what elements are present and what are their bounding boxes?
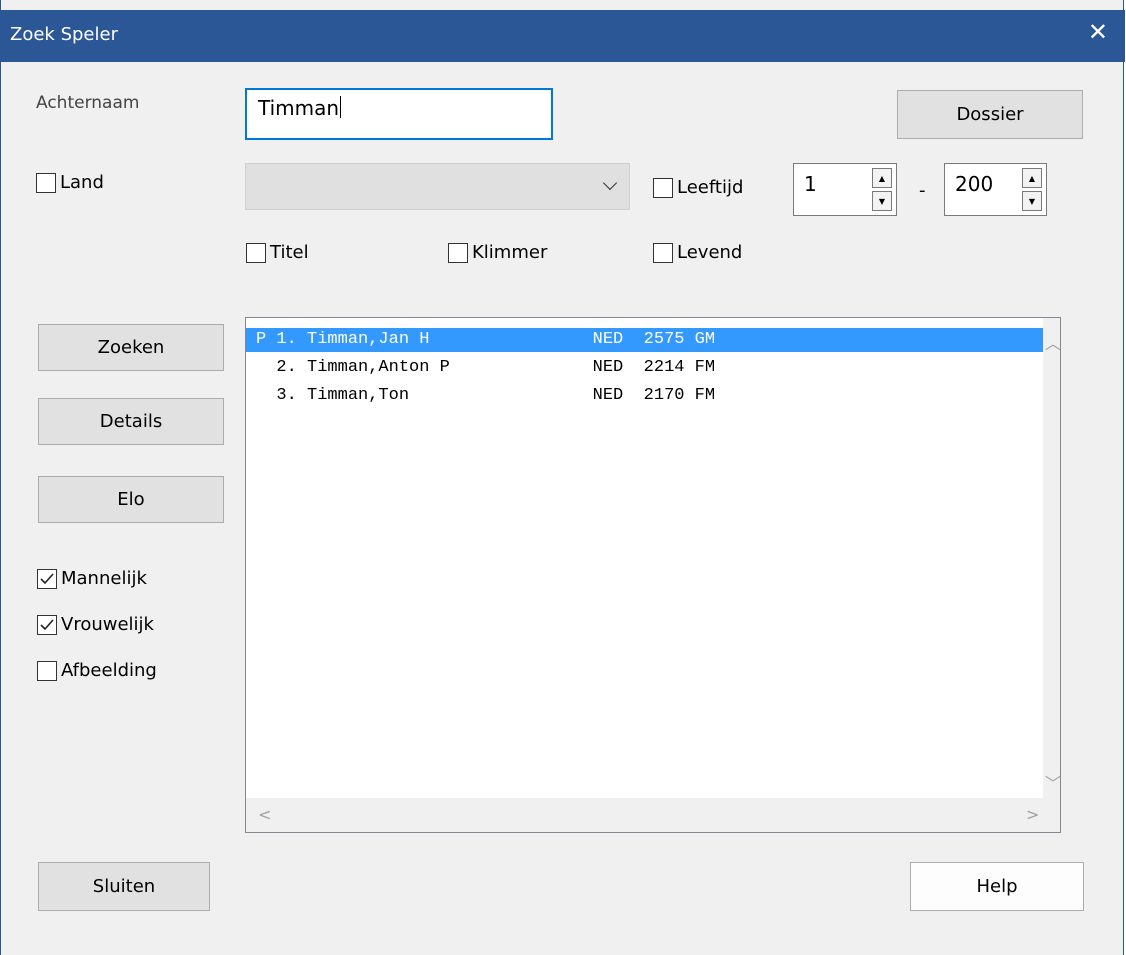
title-bar[interactable]: Zoek Speler ✕ [1,10,1125,62]
dossier-button[interactable]: Dossier [897,90,1083,139]
titel-checkbox-box [246,242,266,263]
levend-checkbox[interactable]: Levend [653,242,742,263]
chevron-up-icon[interactable]: ︿ [1045,330,1061,354]
leeftijd-checkbox[interactable]: Leeftijd [653,177,743,198]
sluiten-button[interactable]: Sluiten [38,862,210,911]
dialog-window: Zoek Speler ✕ Achternaam Timman Dossier … [0,0,1125,955]
levend-label: Levend [677,242,743,263]
zoeken-button[interactable]: Zoeken [38,324,224,371]
surname-input[interactable]: Timman [245,88,553,140]
spin-up-icon[interactable]: ▲ [1022,168,1042,188]
surname-value: Timman [258,96,340,120]
horizontal-scrollbar[interactable]: < > [246,798,1047,832]
land-checkbox-box [36,172,56,193]
age-max-value: 200 [955,172,994,196]
close-icon[interactable]: ✕ [1088,20,1108,44]
afbeelding-label: Afbeelding [61,660,157,681]
results-list[interactable]: P 1. Timman,Jan H NED 2575 GM 2. Timman,… [245,317,1061,833]
leeftijd-checkbox-box [653,177,673,198]
titel-checkbox[interactable]: Titel [246,242,309,263]
age-min-spinner[interactable]: 1 ▲ ▼ [793,163,897,216]
list-item[interactable]: P 1. Timman,Jan H NED 2575 GM [246,328,1047,352]
checkmark-icon [37,614,57,635]
chevron-right-icon[interactable]: > [1026,805,1039,824]
afbeelding-checkbox[interactable]: Afbeelding [37,660,157,681]
titel-label: Titel [270,242,309,263]
vrouwelijk-checkbox[interactable]: Vrouwelijk [37,614,154,635]
afbeelding-checkbox-box [37,660,57,681]
scroll-corner [1043,798,1060,832]
chevron-down-icon[interactable]: ﹀ [1045,770,1061,794]
levend-checkbox-box [653,242,673,263]
surname-label: Achternaam [36,93,140,113]
chevron-left-icon[interactable]: < [258,805,271,824]
vertical-scrollbar[interactable]: ︿ ﹀ [1043,318,1061,798]
mannelijk-checkbox[interactable]: Mannelijk [37,568,147,589]
vrouwelijk-label: Vrouwelijk [61,614,154,635]
land-label: Land [60,172,104,193]
age-min-value: 1 [804,172,817,196]
spin-up-icon[interactable]: ▲ [872,168,892,188]
list-item[interactable]: 3. Timman,Ton NED 2170 FM [246,384,715,408]
age-max-spinner[interactable]: 200 ▲ ▼ [944,163,1047,216]
mannelijk-label: Mannelijk [61,568,147,589]
text-caret [340,96,342,118]
age-range-separator: - [919,180,926,201]
spin-down-icon[interactable]: ▼ [1022,191,1042,211]
window-title: Zoek Speler [10,24,118,45]
spin-down-icon[interactable]: ▼ [872,191,892,211]
chevron-down-icon [602,175,618,191]
list-item[interactable]: 2. Timman,Anton P NED 2214 FM [246,356,715,380]
klimmer-label: Klimmer [472,242,548,263]
land-checkbox[interactable]: Land [36,172,104,193]
checkmark-icon [37,568,57,589]
elo-button[interactable]: Elo [38,476,224,523]
details-button[interactable]: Details [38,398,224,445]
country-select[interactable] [245,163,630,210]
leeftijd-label: Leeftijd [677,177,744,198]
help-button[interactable]: Help [910,862,1084,911]
klimmer-checkbox[interactable]: Klimmer [448,242,547,263]
klimmer-checkbox-box [448,242,468,263]
